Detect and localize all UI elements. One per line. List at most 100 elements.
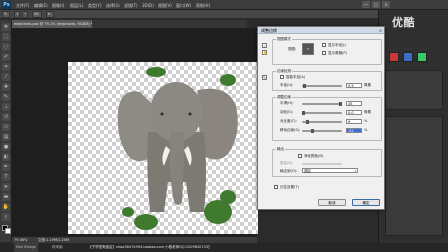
decontaminate-label: 净化颜色(D) (304, 154, 324, 158)
shift-edge-field[interactable]: -52 (346, 128, 362, 133)
window-controls: — □ × (362, 1, 392, 9)
youku-logo: 优酷 (392, 16, 415, 29)
menu-3d[interactable]: 3D(D) (142, 2, 154, 9)
smart-radius-checkbox[interactable] (280, 75, 284, 79)
bottom-panel-bar (0, 243, 448, 252)
zoom-tool-icon[interactable]: ⌕ (262, 43, 267, 48)
menu-image[interactable]: 图像(I) (52, 2, 64, 9)
elephant-image (117, 67, 238, 230)
type-tool-icon[interactable]: T (2, 173, 10, 181)
view-mode-group (272, 39, 382, 65)
menu-type[interactable]: 类型(Y) (88, 2, 102, 9)
radius-label: 半径(U): (280, 83, 294, 87)
panel-swatch[interactable] (417, 52, 427, 62)
quick-select-tool-icon[interactable]: ✐ (2, 53, 10, 61)
crop-tool-icon[interactable]: ⌗ (2, 63, 10, 71)
dodge-tool-icon[interactable]: ◐ (2, 153, 10, 161)
decontaminate-checkbox[interactable] (298, 154, 302, 158)
refine-radius-tool-icon[interactable]: ✎ (262, 75, 267, 80)
output-to-dropdown[interactable]: 选区 ▾ (302, 168, 358, 173)
view-thumbnail[interactable]: ▾ (302, 43, 314, 55)
contrast-unit: % (364, 119, 368, 123)
menu-window[interactable]: 窗口(W) (176, 2, 191, 9)
remember-settings-checkbox[interactable] (274, 185, 278, 189)
shift-edge-label: 移动边缘(S): (280, 128, 301, 132)
panel-swatch[interactable] (403, 52, 413, 62)
radius-field[interactable]: 0.5 (346, 83, 362, 88)
menu-file[interactable]: 文件(F) (16, 2, 29, 9)
pen-tool-icon[interactable]: ✒ (2, 163, 10, 171)
feather-slider-knob[interactable] (302, 111, 305, 115)
minimize-button[interactable]: — (362, 1, 370, 8)
edge-detection-group (272, 71, 382, 91)
edge-detection-label: 边缘检测 (276, 69, 292, 74)
radius-slider[interactable] (302, 84, 342, 88)
menu-layer[interactable]: 图层(L) (70, 2, 83, 9)
gradient-tool-icon[interactable]: ▤ (2, 133, 10, 141)
contrast-slider-knob[interactable] (306, 120, 309, 124)
brush-size-field[interactable]: 30 (32, 11, 42, 18)
smart-radius-label: 智能半径(A) (286, 75, 306, 79)
brush-tool-icon[interactable]: ✎ (2, 93, 10, 101)
brush-picker-icon[interactable]: ▾ (46, 11, 54, 18)
ok-button[interactable]: 确定 (352, 199, 380, 206)
view-label: 视图: (288, 47, 297, 51)
history-brush-tool-icon[interactable]: ↺ (2, 113, 10, 121)
feather-field[interactable]: 0.0 (346, 110, 362, 115)
tab-mini-bridge[interactable]: Mini Bridge (14, 243, 38, 252)
close-icon[interactable]: × (378, 28, 383, 33)
right-panels (378, 10, 448, 243)
zoom-level[interactable]: 79.06% (14, 238, 27, 242)
shift-edge-slider[interactable] (302, 129, 342, 133)
brush-tool-icon[interactable]: ✎ (2, 11, 10, 18)
close-button[interactable]: × (382, 1, 390, 8)
shape-tool-icon[interactable]: ▬ (2, 193, 10, 201)
zoom-tool-icon[interactable]: ⌕ (2, 213, 10, 221)
contrast-label: 对比度(C): (280, 119, 297, 123)
move-tool-icon[interactable]: ✥ (2, 23, 10, 31)
add-mode-icon[interactable]: + (14, 11, 20, 18)
healing-tool-icon[interactable]: ✚ (2, 83, 10, 91)
subtract-mode-icon[interactable]: − (22, 11, 28, 18)
cancel-button[interactable]: 取消 (318, 199, 346, 206)
lasso-tool-icon[interactable]: ◌ (2, 43, 10, 51)
maximize-button[interactable]: □ (372, 1, 380, 8)
radius-slider-knob[interactable] (303, 84, 306, 88)
eyedropper-tool-icon[interactable]: ⁄ (2, 73, 10, 81)
menu-help[interactable]: 帮助(H) (196, 2, 210, 9)
eraser-tool-icon[interactable]: ▭ (2, 123, 10, 131)
view-mode-label: 视图模式 (276, 37, 292, 42)
menu-filter[interactable]: 滤镜(T) (124, 2, 138, 9)
marquee-tool-icon[interactable]: ⬚ (2, 33, 10, 41)
path-select-tool-icon[interactable]: ➤ (2, 183, 10, 191)
menu-select[interactable]: 选择(S) (106, 2, 120, 9)
document-tab[interactable]: elephants.psd @ 79.1% (elephants, RGB/8)… (12, 20, 92, 28)
menu-bar: Ps 文件(F) 编辑(E) 图像(I) 图层(L) 类型(Y) 选择(S) 滤… (0, 0, 448, 10)
layers-panel (385, 116, 443, 236)
feather-slider[interactable] (302, 111, 342, 115)
blur-tool-icon[interactable]: ● (2, 143, 10, 151)
menu-edit[interactable]: 编辑(E) (34, 2, 48, 9)
panel-swatch[interactable] (389, 52, 399, 62)
background-color-swatch[interactable] (5, 228, 11, 234)
contrast-field[interactable]: 9 (346, 119, 362, 124)
output-to-value: 选区 (304, 169, 311, 173)
tab-timeline[interactable]: 时间轴 (50, 243, 65, 252)
contrast-slider[interactable] (302, 120, 342, 124)
menu-view[interactable]: 视图(V) (158, 2, 172, 9)
smooth-slider-knob[interactable] (339, 102, 342, 106)
watermark-text: 【子学堂淘宝店】shop36474994.taobao.com 小程老师QQ:1… (88, 245, 212, 249)
smooth-field[interactable]: 45 (346, 101, 362, 106)
show-radius-checkbox[interactable] (322, 43, 326, 47)
stamp-tool-icon[interactable]: ⊥ (2, 103, 10, 111)
tools-panel: ✥ ⬚ ◌ ✐ ⌗ ⁄ ✚ ✎ ⊥ ↺ ▭ ▤ ● ◐ ✒ T ➤ ▬ ✋ ⌕ (0, 20, 12, 242)
show-radius-label: 显示半径(J) (328, 43, 346, 47)
shift-edge-slider-knob[interactable] (311, 129, 314, 133)
smooth-slider[interactable] (302, 102, 342, 106)
hand-tool-icon[interactable]: ✋ (2, 203, 10, 211)
document-canvas[interactable] (68, 62, 258, 234)
show-original-checkbox[interactable] (322, 51, 326, 55)
refine-edge-dialog: 调整边缘 × ⌕ ✋ ✎ 视图模式 视图: ▾ 显示半径(J) 显示原稿(P) … (257, 26, 385, 210)
hand-tool-icon[interactable]: ✋ (262, 50, 267, 55)
output-label: 输出 (276, 147, 285, 152)
